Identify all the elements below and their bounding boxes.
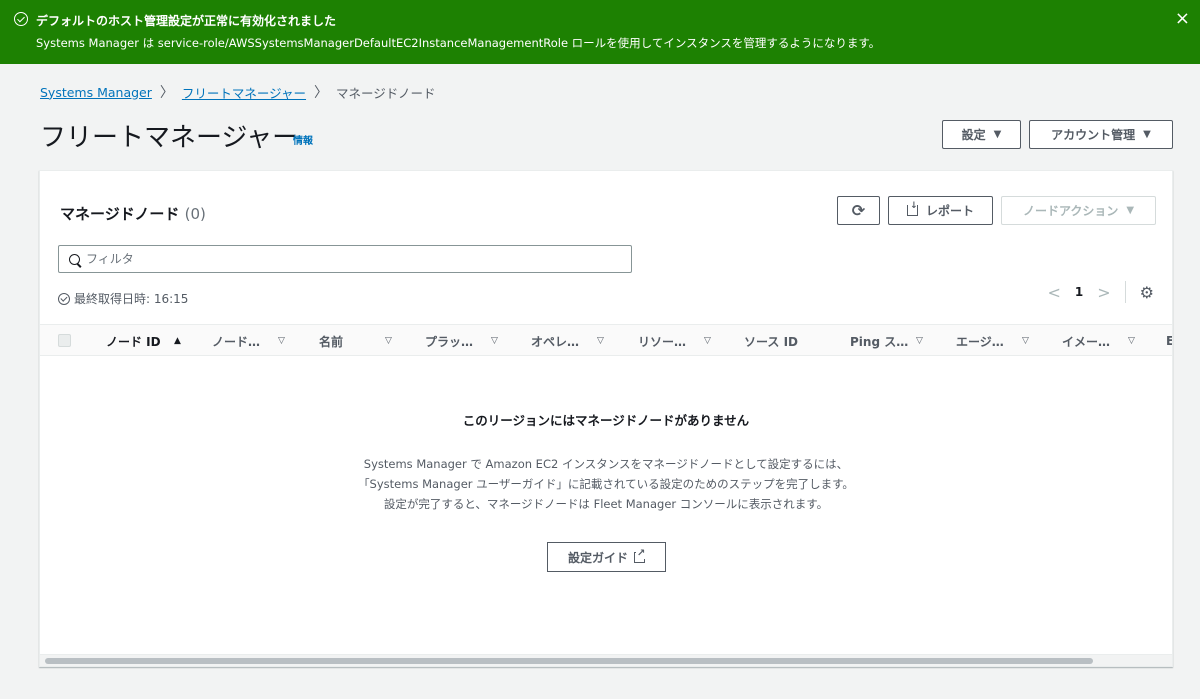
column-label: E [1166,334,1172,348]
external-link-icon [634,547,646,563]
column-label: イメー… [1062,334,1111,349]
scrollbar-thumb[interactable] [45,658,1093,664]
sort-ascending-icon: ▲ [174,336,181,346]
caret-down-icon: ▼ [993,129,1002,140]
breadcrumb-systems-manager[interactable]: Systems Manager [40,85,152,100]
column-header-resource-type[interactable]: リソー… ▽ [638,325,724,355]
breadcrumb-current: マネージドノード [336,85,436,101]
pagination: < 1 > ⚙ [1047,281,1154,303]
sort-icon: ▽ [704,336,711,346]
horizontal-scrollbar[interactable] [40,654,1172,666]
sort-icon: ▽ [597,336,604,346]
filter-input-wrapper[interactable] [58,245,632,273]
success-flashbar: デフォルトのホスト管理設定が正常に有効化されました Systems Manage… [0,0,1200,64]
filter-input[interactable] [86,252,631,266]
last-updated-text: 最終取得日時: 16:15 [74,292,189,306]
managed-nodes-panel: マネージドノード (0) ⟳ ↓ レポート ノードアクション ▼ 最終取得日時:… [39,170,1173,667]
settings-dropdown-button[interactable]: 設定 ▼ [942,120,1021,149]
panel-title: マネージドノード (0) [60,203,206,224]
column-header-name[interactable]: 名前 ▽ [319,325,405,355]
column-label: ソース ID [744,334,799,349]
report-label: レポート [925,204,974,218]
select-all-checkbox[interactable] [58,334,71,347]
next-page-icon[interactable]: > [1097,283,1110,302]
column-label: プラッ… [425,334,474,349]
column-header-node-type[interactable]: ノード… ▽ [212,325,298,355]
sort-icon: ▽ [1022,336,1029,346]
column-header-source-id[interactable]: ソース ID [744,325,830,355]
divider [1124,281,1126,303]
sort-icon: ▽ [385,336,392,346]
breadcrumb-fleet-manager[interactable]: フリートマネージャー [182,83,306,102]
sort-icon: ▽ [278,336,285,346]
column-header-node-id[interactable]: ノード ID ▲ [106,325,188,355]
account-management-label: アカウント管理 [1051,128,1136,142]
empty-state-description: Systems Manager で Amazon EC2 インスタンスをマネージ… [40,454,1172,514]
close-icon[interactable]: × [1175,10,1190,28]
column-label: ノード ID [106,334,161,349]
download-icon: ↓ [906,201,918,216]
info-link[interactable]: 情報 [293,132,313,147]
breadcrumb-separator-icon: 〉 [159,85,174,101]
last-updated: 最終取得日時: 16:15 [58,290,188,307]
column-header-image[interactable]: イメー… ▽ [1062,325,1148,355]
previous-page-icon[interactable]: < [1047,283,1060,302]
panel-title-text: マネージドノード [60,205,180,223]
flash-message: Systems Manager は service-role/AWSSystem… [36,36,881,50]
column-label: リソー… [638,334,687,349]
column-header-platform[interactable]: プラッ… ▽ [425,325,511,355]
column-header-truncated[interactable]: E [1166,325,1172,355]
gear-icon[interactable]: ⚙ [1140,283,1154,302]
caret-down-icon: ▼ [1126,205,1135,216]
node-action-dropdown-button[interactable]: ノードアクション ▼ [1001,196,1156,225]
refresh-button[interactable]: ⟳ [837,196,880,225]
setup-guide-label: 設定ガイド [567,550,628,565]
empty-state-line: 「Systems Manager ユーザーガイド」に記載されている設定のためのス… [358,477,854,491]
table-header: ノード ID ▲ ノード… ▽ 名前 ▽ プラッ… ▽ オペレ… ▽ リソー… … [40,324,1172,356]
sort-icon: ▽ [491,336,498,346]
column-label: オペレ… [531,334,580,349]
success-check-icon [14,12,28,26]
column-label: ノード… [212,334,261,349]
node-count: (0) [184,205,206,223]
sort-icon: ▽ [916,336,923,346]
empty-state-heading: このリージョンにはマネージドノードがありません [462,413,750,428]
sort-icon: ▽ [1128,336,1135,346]
node-action-label: ノードアクション [1022,204,1119,218]
refresh-icon: ⟳ [851,201,866,220]
column-label: エージ… [956,334,1004,349]
breadcrumb-separator-icon: 〉 [314,85,329,101]
search-icon [69,253,80,265]
breadcrumb: Systems Manager 〉 フリートマネージャー 〉 マネージドノード [40,82,436,102]
account-management-dropdown-button[interactable]: アカウント管理 ▼ [1029,120,1173,149]
column-header-operating-system[interactable]: オペレ… ▽ [531,325,617,355]
caret-down-icon: ▼ [1143,129,1151,140]
flash-title: デフォルトのホスト管理設定が正常に有効化されました [36,14,337,28]
settings-label: 設定 [961,128,986,142]
check-circle-icon [58,292,70,305]
current-page[interactable]: 1 [1075,285,1083,299]
report-button[interactable]: ↓ レポート [888,196,993,225]
setup-guide-button[interactable]: 設定ガイド [547,542,666,572]
column-header-ping-status[interactable]: Ping ス… ▽ [850,325,936,355]
page-title: フリートマネージャー [40,123,299,153]
column-header-agent-version[interactable]: エージ… ▽ [956,325,1042,355]
column-label: Ping ス… [850,334,909,349]
empty-state-line: 設定が完了すると、マネージドノードは Fleet Manager コンソールに表… [383,497,829,511]
empty-state-line: Systems Manager で Amazon EC2 インスタンスをマネージ… [363,457,849,471]
column-label: 名前 [319,334,344,349]
